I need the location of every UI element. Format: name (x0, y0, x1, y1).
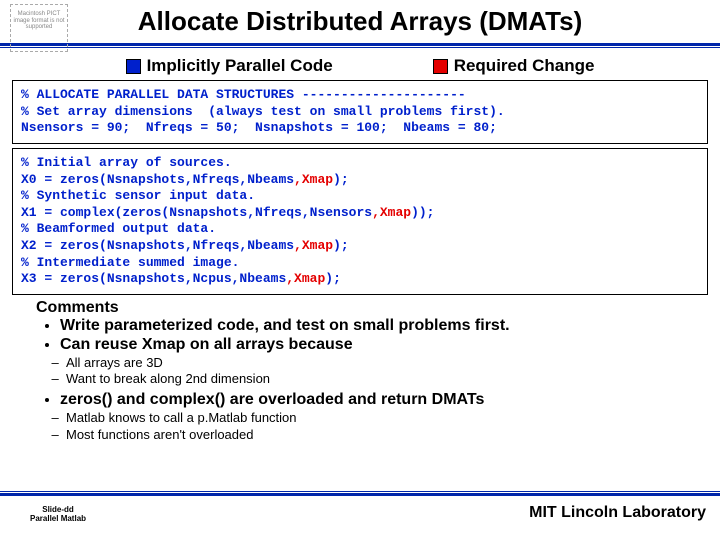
bullet-item: Can reuse Xmap on all arrays because (60, 336, 692, 354)
bullet-item: zeros() and complex() are overloaded and… (60, 391, 692, 409)
footer-rule-thick (0, 493, 720, 496)
header-rule-thin (0, 47, 720, 48)
footer-lab: MIT Lincoln Laboratory (529, 504, 706, 522)
code-line: Nsensors = 90; Nfreqs = 50; Nsnapshots =… (21, 120, 497, 135)
code-line: X2 = zeros(Nsnapshots,Nfreqs,Nbeams (21, 238, 294, 253)
swatch-blue-icon (126, 59, 141, 74)
code-line: % Initial array of sources. (21, 155, 232, 170)
code-line: % Intermediate summed image. (21, 255, 239, 270)
codebox-1: % ALLOCATE PARALLEL DATA STRUCTURES ----… (12, 80, 708, 144)
legend-required-label: Required Change (454, 56, 595, 76)
sub-bullet-item: All arrays are 3D (66, 355, 692, 371)
code-change: ,Xmap (286, 271, 325, 286)
comments-section: Comments Write parameterized code, and t… (36, 299, 692, 443)
swatch-red-icon (433, 59, 448, 74)
legend-implicit-label: Implicitly Parallel Code (147, 56, 333, 76)
comments-heading: Comments (36, 299, 692, 317)
code-change: ,Xmap (294, 238, 333, 253)
title-area: Allocate Distributed Arrays (DMATs) (0, 0, 720, 37)
bullet-list-1: Write parameterized code, and test on sm… (60, 317, 692, 354)
code-line: ); (325, 271, 341, 286)
bullet-list-2: zeros() and complex() are overloaded and… (60, 391, 692, 409)
code-line: )); (411, 205, 434, 220)
code-line: X3 = zeros(Nsnapshots,Ncpus,Nbeams (21, 271, 286, 286)
sub-bullet-list-a: All arrays are 3D Want to break along 2n… (66, 355, 692, 388)
sub-bullet-item: Matlab knows to call a p.Matlab function (66, 410, 692, 426)
codebox-2: % Initial array of sources. X0 = zeros(N… (12, 148, 708, 295)
code-line: % Beamformed output data. (21, 221, 216, 236)
sub-bullet-list-b: Matlab knows to call a p.Matlab function… (66, 410, 692, 443)
code-line: X1 = complex(zeros(Nsnapshots,Nfreqs,Nse… (21, 205, 372, 220)
footer-rule-thin (0, 491, 720, 492)
code-line: ); (333, 172, 349, 187)
code-line: % ALLOCATE PARALLEL DATA STRUCTURES ----… (21, 87, 466, 102)
footer-left: Slide-dd Parallel Matlab (30, 505, 86, 524)
code-change: ,Xmap (372, 205, 411, 220)
code-line: X0 = zeros(Nsnapshots,Nfreqs,Nbeams (21, 172, 294, 187)
placeholder-image: Macintosh PICT image format is not suppo… (10, 4, 68, 52)
legend: Implicitly Parallel Code Required Change (0, 56, 720, 76)
sub-bullet-item: Most functions aren't overloaded (66, 427, 692, 443)
bullet-item: Write parameterized code, and test on sm… (60, 317, 692, 335)
legend-implicit: Implicitly Parallel Code (126, 56, 333, 76)
slide-number: Slide-dd (30, 505, 86, 515)
code-change: ,Xmap (294, 172, 333, 187)
page-title: Allocate Distributed Arrays (DMATs) (0, 6, 720, 37)
legend-required: Required Change (433, 56, 595, 76)
code-line: % Synthetic sensor input data. (21, 188, 255, 203)
project-name: Parallel Matlab (30, 514, 86, 524)
code-line: % Set array dimensions (always test on s… (21, 104, 505, 119)
code-line: ); (333, 238, 349, 253)
header-rule-thick (0, 43, 720, 46)
sub-bullet-item: Want to break along 2nd dimension (66, 371, 692, 387)
